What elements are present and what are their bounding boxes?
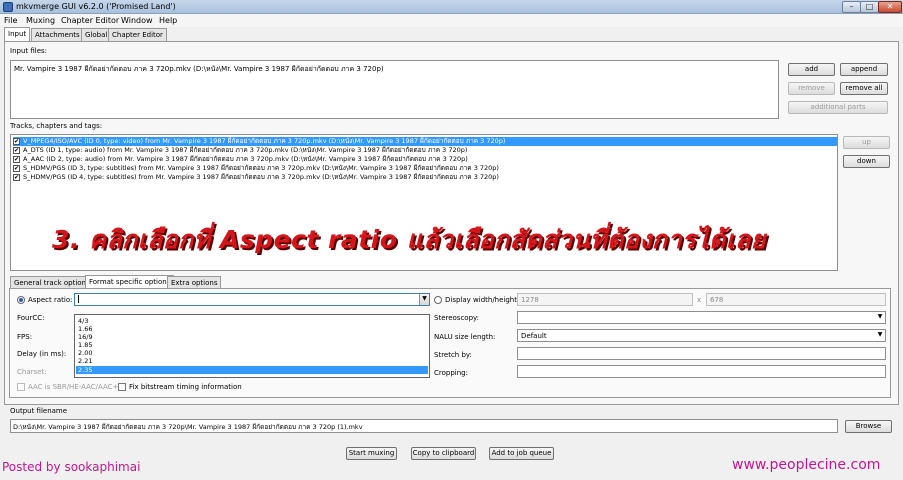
start-muxing-button[interactable]: Start muxing (346, 447, 397, 460)
checkbox-icon[interactable]: ✔ (13, 155, 20, 163)
menu-chapter-editor[interactable]: Chapter Editor (61, 16, 119, 25)
charset-label: Charset: (17, 368, 47, 376)
table-row[interactable]: ✔ S_HDMV/PGS (ID 4, type: subtitles) from… (13, 173, 837, 182)
instruction-overlay: 3. คลิกเลือกที่ Aspect ratio แล้วเลือกสั… (52, 225, 766, 254)
output-filename-input[interactable]: D:\หนัง\Mr. Vampire 3 1987 ผีกัดอย่ากัดต… (10, 419, 838, 433)
stretch-input[interactable] (517, 347, 886, 360)
maximize-button[interactable]: □ (860, 1, 879, 13)
list-item[interactable]: 2.00 (76, 349, 428, 357)
delay-label: Delay (in ms): (17, 350, 67, 358)
menu-window[interactable]: Window (121, 16, 153, 25)
list-item[interactable]: 16/9 (76, 333, 428, 341)
output-filename-label: Output filename (10, 407, 68, 415)
remove-all-button[interactable]: remove all (840, 82, 888, 95)
display-wh-radio[interactable] (434, 296, 442, 304)
window-title: mkvmerge GUI v6.2.0 ('Promised Land') (16, 2, 176, 11)
display-wh-label: Display width/height: (445, 296, 520, 304)
tracks-label: Tracks, chapters and tags: (10, 122, 103, 130)
down-button[interactable]: down (843, 155, 890, 168)
close-button[interactable]: ✕ (878, 1, 902, 13)
up-button[interactable]: up (843, 136, 890, 149)
chevron-down-icon[interactable]: ▼ (419, 294, 429, 305)
aspect-ratio-combo[interactable]: ▼ (74, 293, 430, 306)
input-files-list[interactable]: Mr. Vampire 3 1987 ผีกัดอย่ากัดตอบ ภาค 3… (10, 60, 779, 119)
append-button[interactable]: append (840, 63, 888, 76)
cropping-label: Cropping: (434, 369, 468, 377)
browse-button[interactable]: Browse (845, 420, 892, 433)
display-height-input[interactable]: 678 (706, 293, 886, 306)
tab-chapter-editor[interactable]: Chapter Editor (108, 28, 167, 41)
menu-help[interactable]: Help (159, 16, 177, 25)
fourcc-label: FourCC: (17, 314, 45, 322)
site-watermark: www.peoplecine.com (732, 457, 881, 473)
menu-bar: File Muxing Chapter Editor Window Help (0, 14, 903, 27)
table-row[interactable]: ✔ A_AAC (ID 2, type: audio) from Mr. Vamp… (13, 155, 837, 164)
checkbox-icon[interactable]: ✔ (13, 173, 20, 181)
text-cursor (78, 294, 79, 303)
list-item[interactable]: 4/3 (76, 317, 428, 325)
title-bar: mkvmerge GUI v6.2.0 ('Promised Land') – … (0, 0, 903, 14)
fps-label: FPS: (17, 333, 33, 341)
list-item[interactable]: 1.66 (76, 325, 428, 333)
additional-parts-button[interactable]: additional parts (788, 101, 888, 114)
aspect-ratio-dropdown[interactable]: 4/3 1.66 16/9 1.85 2.00 2.21 2.35 (74, 314, 430, 378)
menu-file[interactable]: File (4, 16, 17, 25)
list-item[interactable]: 2.21 (76, 357, 428, 365)
fix-bitstream-label: Fix bitstream timing information (129, 383, 242, 391)
checkbox-icon[interactable]: ✔ (13, 137, 20, 145)
list-item[interactable]: 1.85 (76, 341, 428, 349)
menu-muxing[interactable]: Muxing (26, 16, 55, 25)
display-width-input[interactable]: 1278 (517, 293, 693, 306)
checkbox-icon[interactable]: ✔ (13, 146, 20, 154)
chevron-down-icon[interactable]: ▼ (875, 312, 885, 323)
chevron-down-icon[interactable]: ▼ (875, 330, 885, 341)
list-item[interactable]: 2.35 (76, 366, 428, 374)
checkbox-icon[interactable]: ✔ (13, 164, 20, 172)
stretch-label: Stretch by: (434, 351, 472, 359)
cropping-input[interactable] (517, 365, 886, 378)
stereoscopy-select[interactable]: ▼ (517, 311, 886, 324)
stereoscopy-label: Stereoscopy: (434, 314, 480, 322)
remove-button[interactable]: remove (788, 82, 835, 95)
tab-attachments[interactable]: Attachments (31, 28, 84, 41)
fix-bitstream-checkbox[interactable] (118, 383, 126, 391)
list-item[interactable]: Mr. Vampire 3 1987 ผีกัดอย่ากัดตอบ ภาค 3… (14, 64, 384, 75)
dimension-separator: x (697, 296, 702, 304)
aac-label: AAC is SBR/HE-AAC/AAC+ (28, 383, 119, 391)
input-files-label: Input files: (10, 47, 48, 55)
tab-global[interactable]: Global (81, 28, 112, 41)
nalu-select[interactable]: Default ▼ (517, 329, 886, 342)
aspect-ratio-radio[interactable] (17, 296, 25, 304)
add-to-job-queue-button[interactable]: Add to job queue (489, 447, 554, 460)
posted-by-watermark: Posted by sookaphimai (2, 460, 141, 474)
add-button[interactable]: add (788, 63, 835, 76)
aspect-ratio-label: Aspect ratio: (28, 296, 73, 304)
copy-to-clipboard-button[interactable]: Copy to clipboard (411, 447, 476, 460)
app-icon (3, 2, 13, 12)
table-row[interactable]: ✔ A_DTS (ID 1, type: audio) from Mr. Vamp… (13, 146, 837, 155)
aac-checkbox[interactable] (17, 383, 25, 391)
table-row[interactable]: ✔ S_HDMV/PGS (ID 3, type: subtitles) from… (13, 164, 837, 173)
tab-input[interactable]: Input (4, 27, 31, 42)
minimize-button[interactable]: – (842, 1, 861, 13)
nalu-label: NALU size length: (434, 333, 496, 341)
table-row[interactable]: ✔ V_MPEG4/ISO/AVC (ID 0, type: video) fro… (13, 137, 837, 146)
